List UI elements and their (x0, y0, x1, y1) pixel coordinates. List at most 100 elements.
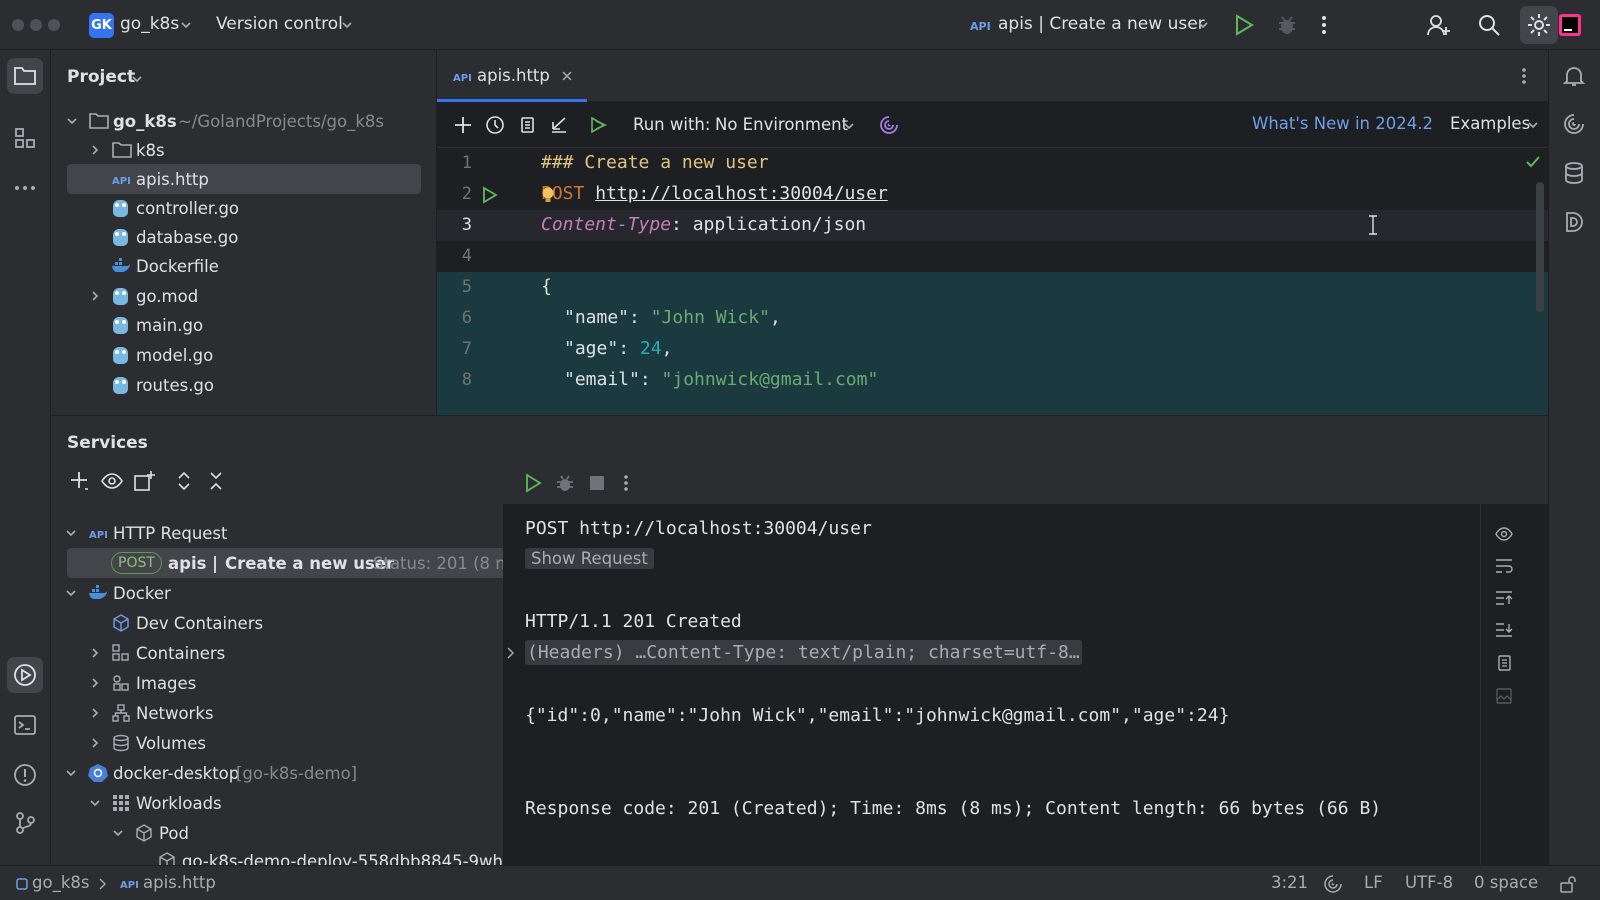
indent-setting[interactable]: 0 space (1474, 873, 1538, 892)
tree-node-images[interactable]: Images (51, 668, 437, 698)
history-clock-icon[interactable] (485, 115, 505, 135)
window-zoom-button[interactable] (48, 19, 60, 31)
tree-node-volumes[interactable]: Volumes (51, 728, 437, 758)
tree-item-controller-go[interactable]: controller.go (51, 193, 436, 223)
tree-item-request[interactable]: POST apis | Create a new user Status: 20… (67, 548, 503, 578)
services-tool-button[interactable] (7, 657, 43, 693)
lightbulb-icon[interactable] (540, 185, 556, 205)
scroll-to-end-icon[interactable] (1495, 622, 1515, 638)
more-vertical-icon[interactable] (622, 474, 630, 494)
request-url[interactable]: http://localhost:30004/user (595, 183, 888, 204)
code-editor[interactable]: 1 ### Create a new user 2 POST http://lo… (437, 148, 1548, 415)
run-request-gutter-icon[interactable] (481, 186, 499, 204)
tree-node-workloads[interactable]: Workloads (51, 788, 437, 818)
debug-icon[interactable] (555, 473, 575, 493)
more-vertical-icon[interactable] (1520, 66, 1528, 86)
window-close-button[interactable] (12, 19, 24, 31)
jetbrains-logo-icon[interactable] (1559, 14, 1581, 36)
docker-tool-button[interactable] (1556, 204, 1592, 240)
copy-icon[interactable] (517, 115, 537, 135)
tree-node-dev-containers[interactable]: Dev Containers (51, 608, 437, 638)
show-request-chip[interactable]: Show Request (525, 548, 654, 569)
git-tool-button[interactable] (7, 805, 43, 841)
tree-node-pod-item[interactable]: go-k8s-demo-deploy-558dbb8845-9wh! (51, 846, 503, 866)
close-icon[interactable] (561, 70, 573, 82)
window-minimize-button[interactable] (30, 19, 42, 31)
tree-item-database-go[interactable]: database.go (51, 222, 436, 252)
chevron-down-icon[interactable] (65, 527, 77, 539)
tree-node-pod[interactable]: Pod (51, 818, 437, 848)
breadcrumb-file[interactable]: apis.http (143, 873, 216, 892)
settings-button[interactable] (1520, 6, 1558, 44)
tree-root[interactable]: go_k8s ~/GolandProjects/go_k8s (51, 106, 436, 136)
ai-assistant-button[interactable] (1556, 106, 1592, 142)
chevron-down-icon[interactable] (66, 115, 78, 127)
add-icon[interactable] (453, 115, 473, 135)
tree-item-main-go[interactable]: main.go (51, 310, 436, 340)
project-badge: GK (89, 13, 114, 38)
root-folder-name: go_k8s (113, 111, 177, 131)
scroll-to-top-icon[interactable] (1495, 590, 1515, 606)
run-icon[interactable] (523, 473, 543, 493)
notifications-button[interactable] (1556, 58, 1592, 94)
headers-fold[interactable]: (Headers) …Content-Type: text/plain; cha… (525, 640, 1082, 665)
search-icon[interactable] (1477, 13, 1501, 37)
response-headers-line[interactable]: (Headers) …Content-Type: text/plain; cha… (525, 640, 1082, 665)
stop-icon[interactable] (589, 475, 605, 491)
soft-wrap-icon[interactable] (1495, 558, 1515, 574)
project-tool-button[interactable] (7, 58, 43, 94)
debug-icon[interactable] (1276, 13, 1298, 37)
more-vertical-icon[interactable] (1320, 13, 1328, 37)
ai-spiral-icon[interactable] (879, 115, 899, 135)
chevron-down-icon[interactable] (112, 827, 124, 839)
show-request-link[interactable]: Show Request (525, 548, 654, 569)
chevron-right-icon[interactable] (89, 647, 101, 659)
chevron-right-icon[interactable] (89, 707, 101, 719)
editor-scrollbar[interactable] (1536, 182, 1544, 312)
caret-position[interactable]: 3:21 (1271, 873, 1308, 892)
tree-item-model-go[interactable]: model.go (51, 340, 436, 370)
lock-open-icon[interactable] (1559, 875, 1577, 893)
tree-item-go-mod[interactable]: go.mod (51, 281, 436, 311)
response-body: {"id":0,"name":"John Wick","email":"john… (525, 705, 1230, 726)
code-line: 6 "name": "John Wick", (437, 303, 1548, 334)
database-button[interactable] (1556, 155, 1592, 191)
check-icon (1526, 156, 1540, 168)
chevron-down-icon[interactable] (65, 587, 77, 599)
whats-new-link[interactable]: What's New in 2024.2 (1252, 114, 1433, 133)
chevron-right-icon[interactable] (89, 144, 101, 156)
tree-item-dockerfile[interactable]: Dockerfile (51, 251, 436, 281)
chevron-right-icon[interactable] (506, 647, 516, 659)
chevron-right-icon[interactable] (89, 677, 101, 689)
import-icon[interactable] (549, 115, 569, 135)
line-separator[interactable]: LF (1364, 873, 1383, 892)
ai-assistant-icon (1564, 114, 1584, 134)
tab-apis-http[interactable]: API apis.http (437, 50, 587, 102)
ai-spiral-icon[interactable] (1324, 875, 1342, 893)
tree-node-http-request[interactable]: API HTTP Request (51, 518, 437, 548)
chevron-down-icon[interactable] (65, 767, 77, 779)
tree-node-networks[interactable]: Networks (51, 698, 437, 728)
tree-node-containers[interactable]: Containers (51, 638, 437, 668)
run-icon[interactable] (1233, 13, 1255, 37)
problems-tool-button[interactable] (7, 757, 43, 793)
eye-icon[interactable] (1495, 526, 1515, 542)
chevron-right-icon[interactable] (89, 737, 101, 749)
code-with-me-icon[interactable] (1426, 13, 1452, 37)
tree-node-docker[interactable]: Docker (51, 578, 437, 608)
tree-item-k8s[interactable]: k8s (51, 135, 436, 165)
more-tools-button[interactable] (7, 170, 43, 206)
terminal-tool-button[interactable] (7, 707, 43, 743)
image-preview-icon[interactable] (1495, 687, 1515, 705)
structure-tool-button[interactable] (7, 120, 43, 156)
breadcrumb-project[interactable]: go_k8s (32, 873, 89, 892)
copy-icon[interactable] (1495, 654, 1515, 672)
run-all-icon[interactable] (589, 115, 609, 135)
tree-item-apis-http[interactable]: API apis.http (67, 164, 421, 194)
chevron-down-icon[interactable] (89, 797, 101, 809)
more-icon (15, 186, 35, 190)
tree-node-docker-desktop[interactable]: docker-desktop [go-k8s-demo] (51, 758, 437, 788)
file-encoding[interactable]: UTF-8 (1405, 873, 1453, 892)
tree-item-routes-go[interactable]: routes.go (51, 370, 436, 400)
chevron-right-icon[interactable] (89, 290, 101, 302)
